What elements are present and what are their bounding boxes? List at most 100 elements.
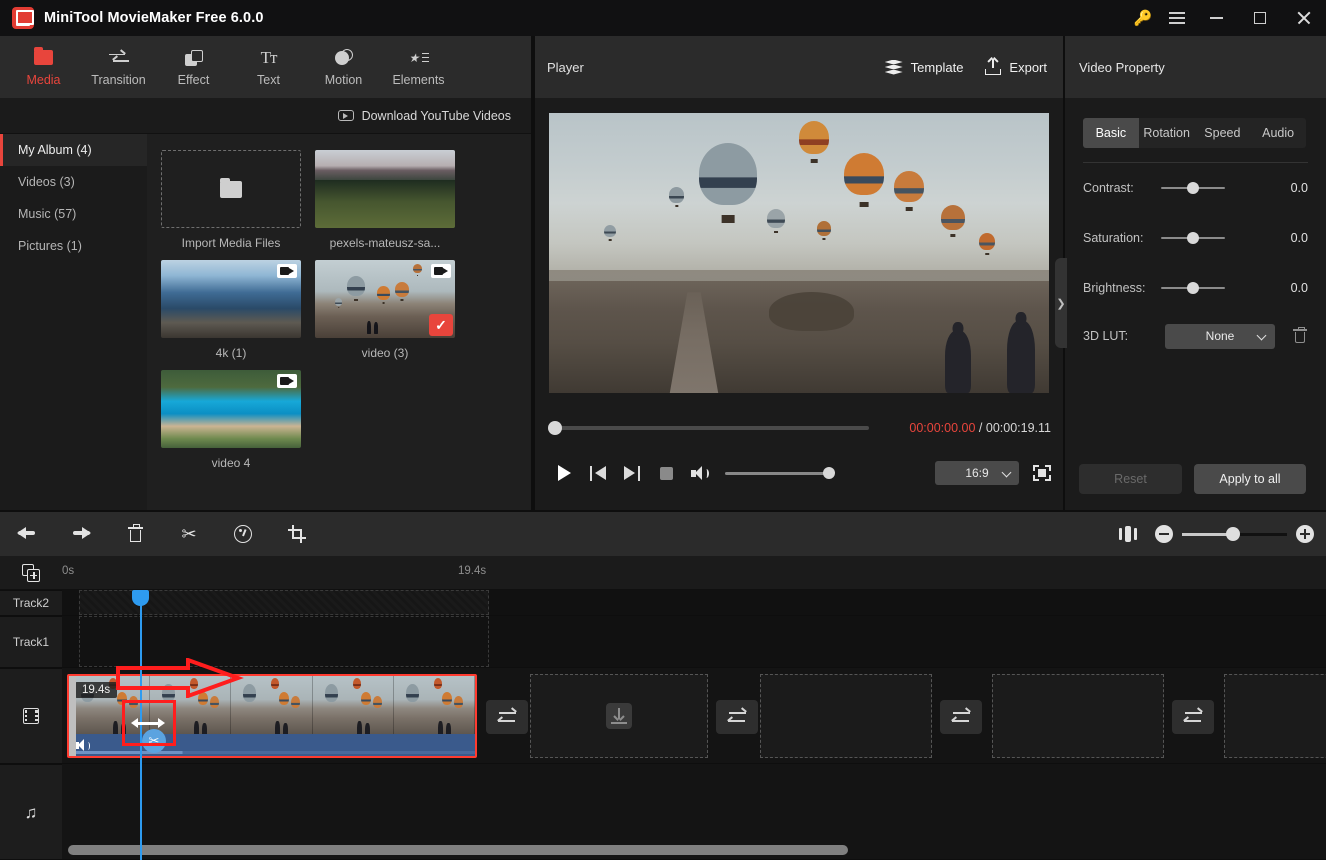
- track-header-track2[interactable]: Track2: [0, 590, 62, 616]
- track-lane-track2[interactable]: [62, 590, 1326, 616]
- ribbon-item-elements[interactable]: ★ Elements: [381, 38, 456, 96]
- tab-label: Rotation: [1143, 126, 1190, 140]
- ribbon-item-effect[interactable]: Effect: [156, 38, 231, 96]
- category-list: My Album (4) Videos (3) Music (57) Pictu…: [0, 134, 147, 510]
- key-icon[interactable]: 🔑: [1126, 0, 1160, 36]
- previous-frame-button[interactable]: [581, 456, 615, 490]
- undo-button[interactable]: [0, 512, 54, 556]
- ruler-tick: 19.4s: [458, 565, 487, 577]
- track-lane-video[interactable]: 19.4s: [62, 668, 1326, 764]
- delete-button[interactable]: [108, 512, 162, 556]
- zoom-in-icon[interactable]: [1296, 525, 1314, 543]
- ribbon-label: Elements: [392, 72, 445, 87]
- balloon-shape: [271, 678, 280, 689]
- ribbon-item-text[interactable]: Tᴛ Text: [231, 38, 306, 96]
- zoom-slider[interactable]: [1182, 527, 1287, 541]
- crop-button[interactable]: [270, 512, 324, 556]
- sidebar-item-music[interactable]: Music (57): [0, 198, 147, 230]
- trash-icon[interactable]: [1293, 326, 1307, 344]
- track-header-track1[interactable]: Track1: [0, 616, 62, 668]
- playhead-knob[interactable]: [132, 590, 149, 606]
- aspect-ratio-select[interactable]: 16:9: [935, 461, 1019, 485]
- media-item[interactable]: 4k (1): [161, 260, 301, 360]
- transition-slot[interactable]: [486, 700, 528, 734]
- export-button[interactable]: Export: [985, 59, 1047, 75]
- clip-placeholder[interactable]: [992, 674, 1164, 758]
- balloon-shape: [413, 264, 422, 276]
- apply-to-all-button[interactable]: Apply to all: [1194, 464, 1306, 494]
- ribbon-item-motion[interactable]: Motion: [306, 38, 381, 96]
- media-item[interactable]: pexels-mateusz-sa...: [315, 150, 455, 250]
- clip-trim-handle-left[interactable]: [69, 676, 76, 756]
- split-button[interactable]: ✂: [162, 512, 216, 556]
- lut-select[interactable]: None: [1165, 323, 1275, 349]
- minimize-icon[interactable]: [1194, 0, 1238, 36]
- volume-knob[interactable]: [823, 467, 835, 479]
- reset-button[interactable]: Reset: [1079, 464, 1182, 494]
- media-thumb[interactable]: [315, 150, 455, 228]
- close-icon[interactable]: [1282, 0, 1326, 36]
- sidebar-item-pictures[interactable]: Pictures (1): [0, 230, 147, 262]
- slider-knob[interactable]: [1187, 181, 1199, 194]
- volume-slider[interactable]: [725, 467, 835, 479]
- maximize-icon[interactable]: [1238, 0, 1282, 36]
- ribbon-item-transition[interactable]: Transition: [81, 38, 156, 96]
- tab-audio[interactable]: Audio: [1250, 118, 1306, 148]
- add-track-icon[interactable]: [22, 564, 40, 582]
- slider-knob[interactable]: [1187, 281, 1199, 294]
- window-controls: 🔑: [1126, 0, 1326, 36]
- track-header-audio[interactable]: ♫: [0, 764, 62, 860]
- slider-knob[interactable]: [1187, 231, 1199, 244]
- media-item[interactable]: ✓ video (3): [315, 260, 455, 360]
- fit-to-screen-icon[interactable]: [1119, 526, 1137, 542]
- property-tabs: Basic Rotation Speed Audio: [1083, 118, 1306, 148]
- scrollbar-thumb[interactable]: [68, 845, 848, 855]
- import-thumb[interactable]: [161, 150, 301, 228]
- contrast-slider[interactable]: [1161, 181, 1225, 194]
- tab-rotation[interactable]: Rotation: [1139, 118, 1195, 148]
- download-youtube-videos-button[interactable]: Download YouTube Videos: [337, 109, 511, 123]
- next-frame-button[interactable]: [615, 456, 649, 490]
- import-media-tile[interactable]: Import Media Files: [161, 150, 301, 250]
- saturation-slider[interactable]: [1161, 231, 1225, 244]
- template-button[interactable]: Template: [884, 59, 963, 75]
- timeline-horizontal-scrollbar[interactable]: [62, 844, 1326, 856]
- media-thumb[interactable]: [161, 370, 301, 448]
- track-lane-track1[interactable]: [62, 616, 1326, 668]
- ribbon-item-media[interactable]: Media: [6, 38, 81, 96]
- volume-button[interactable]: [683, 456, 717, 490]
- sidebar-item-my-album[interactable]: My Album (4): [0, 134, 147, 166]
- transition-slot[interactable]: [940, 700, 982, 734]
- clip-placeholder[interactable]: [530, 674, 708, 758]
- video-preview[interactable]: [549, 113, 1049, 393]
- transition-slot[interactable]: [716, 700, 758, 734]
- tab-basic[interactable]: Basic: [1083, 118, 1139, 148]
- fullscreen-icon[interactable]: [1033, 465, 1051, 481]
- stop-button[interactable]: [649, 456, 683, 490]
- zoom-knob[interactable]: [1226, 527, 1240, 541]
- transition-slot[interactable]: [1172, 700, 1214, 734]
- progress-knob[interactable]: [548, 421, 562, 435]
- hamburger-menu-icon[interactable]: [1160, 0, 1194, 36]
- timeline-tracks[interactable]: 19.4s ✂: [62, 590, 1326, 860]
- speed-button[interactable]: [216, 512, 270, 556]
- zoom-controls: [1119, 525, 1326, 543]
- zoom-out-icon[interactable]: [1155, 525, 1173, 543]
- sidebar-item-videos[interactable]: Videos (3): [0, 166, 147, 198]
- play-button[interactable]: [547, 456, 581, 490]
- brightness-slider[interactable]: [1161, 281, 1225, 294]
- export-label: Export: [1009, 59, 1047, 75]
- tab-label: Basic: [1095, 126, 1127, 140]
- redo-button[interactable]: [54, 512, 108, 556]
- speaker-icon[interactable]: [75, 739, 90, 752]
- tab-speed[interactable]: Speed: [1195, 118, 1251, 148]
- clip-placeholder[interactable]: [1224, 674, 1326, 758]
- media-item[interactable]: video 4: [161, 370, 301, 470]
- clip-placeholder[interactable]: [760, 674, 932, 758]
- title-bar: MiniTool MovieMaker Free 6.0.0 🔑: [0, 0, 1326, 36]
- media-thumb[interactable]: ✓: [315, 260, 455, 338]
- playback-progress-slider[interactable]: [548, 421, 869, 435]
- track-header-video[interactable]: [0, 668, 62, 764]
- media-thumb[interactable]: [161, 260, 301, 338]
- timeline-ruler[interactable]: 0s 19.4s: [0, 556, 1326, 590]
